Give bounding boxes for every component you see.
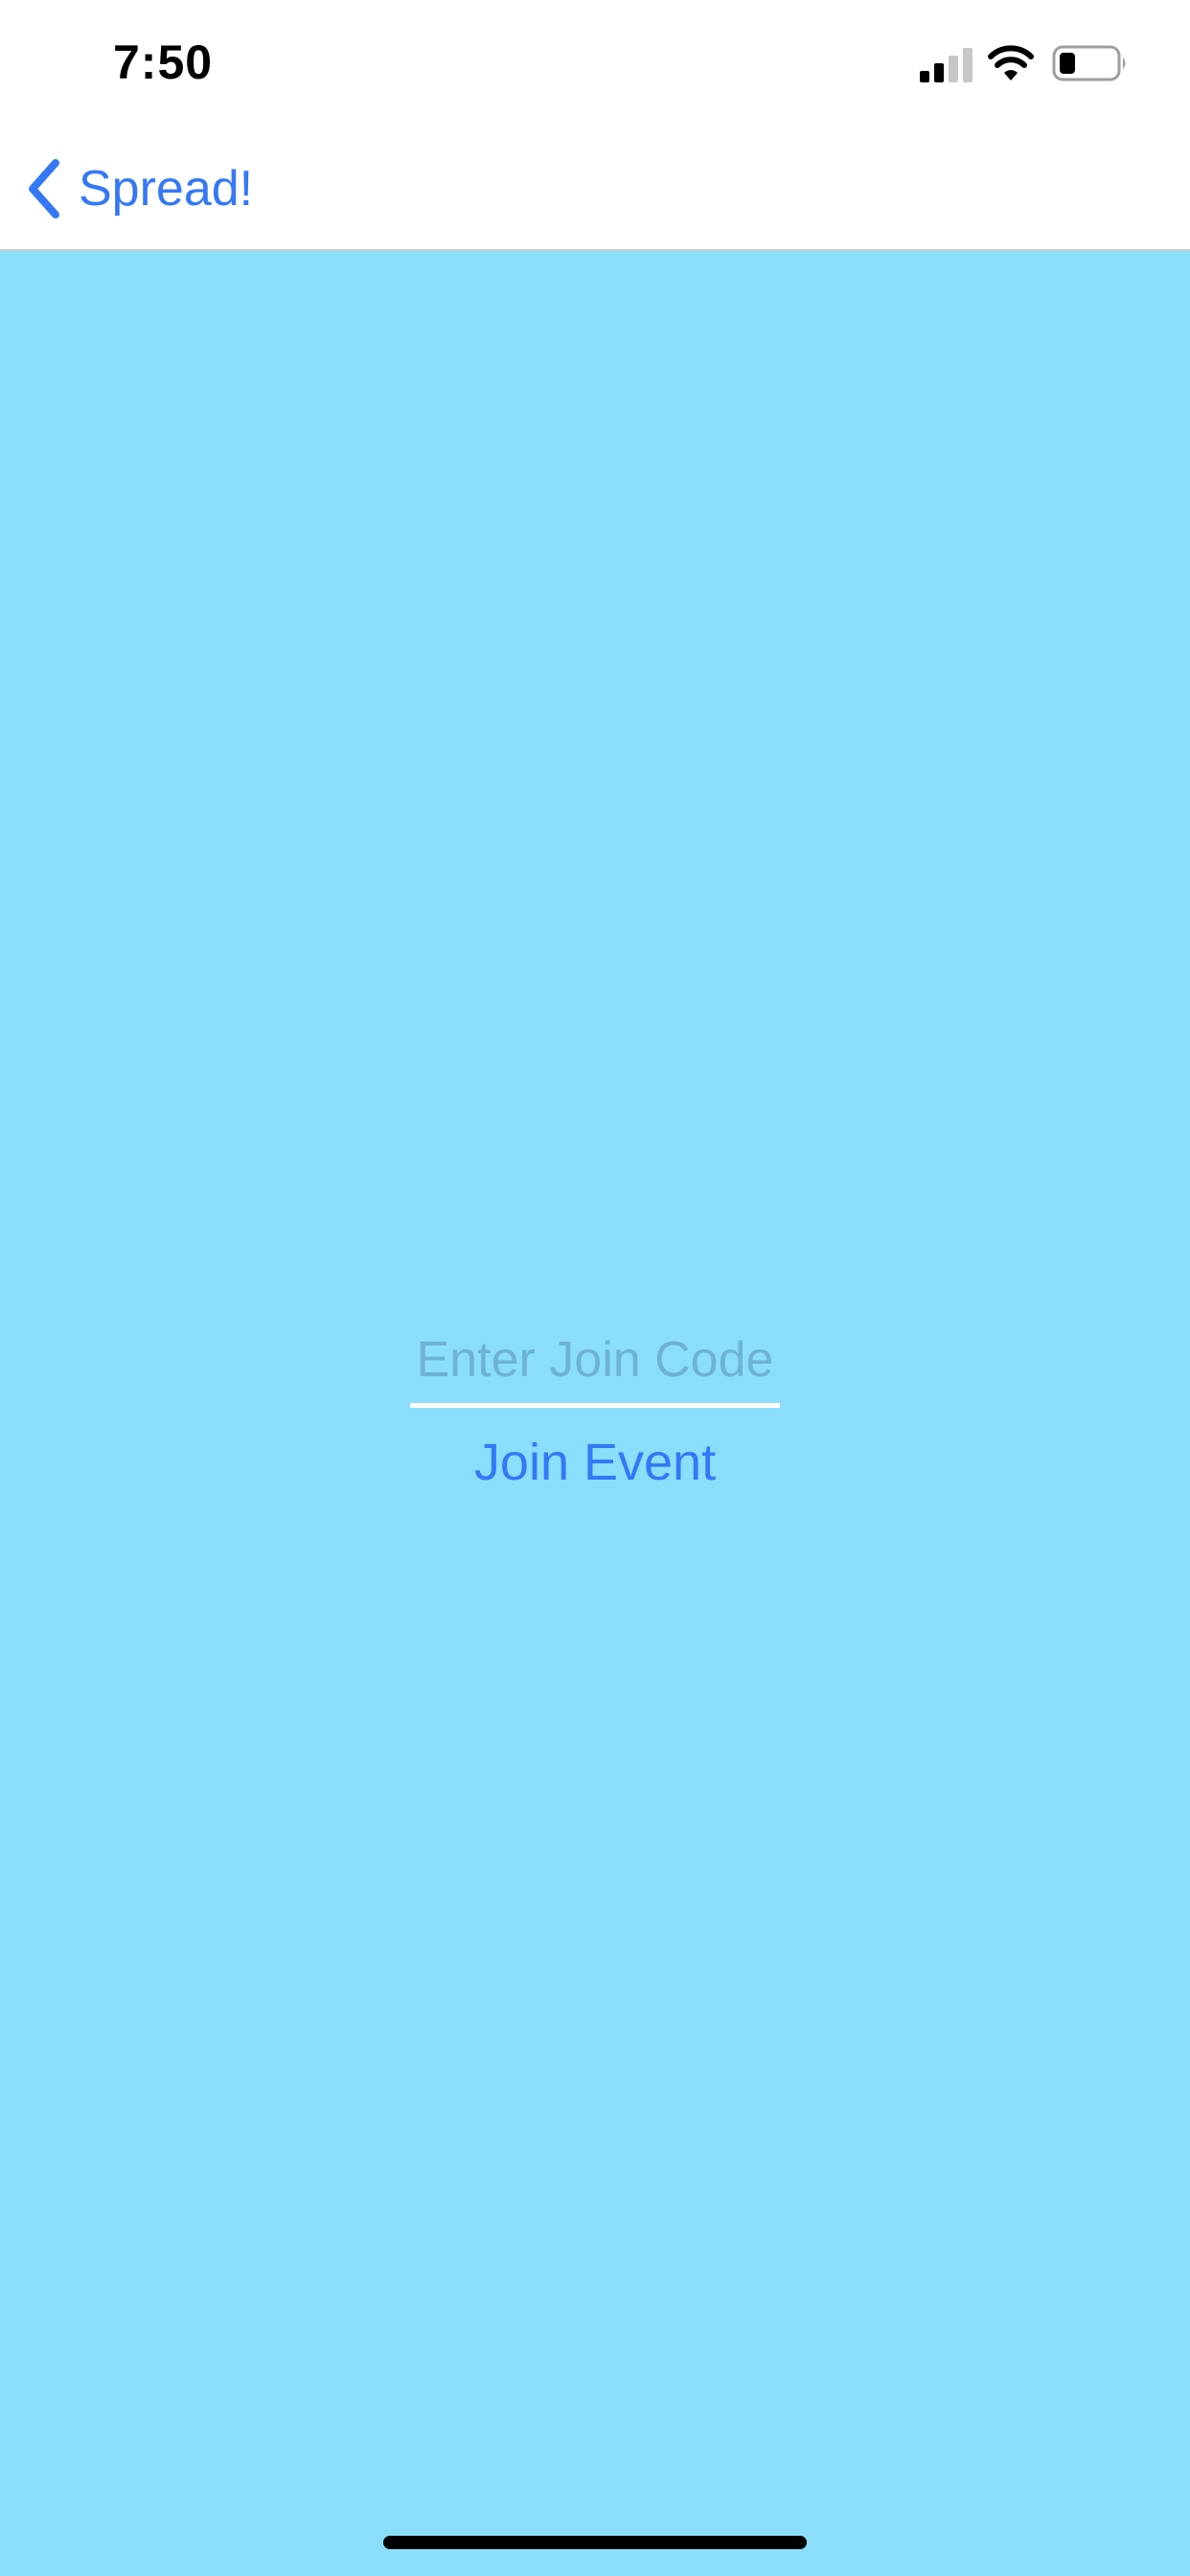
screen: 7:50 Spread! Join Event	[0, 0, 1190, 2576]
back-button-label: Spread!	[79, 161, 254, 217]
status-bar: 7:50	[0, 0, 1190, 126]
join-code-input[interactable]	[410, 1317, 780, 1408]
status-time: 7:50	[113, 35, 214, 89]
main-content: Join Event	[0, 251, 1190, 2576]
home-indicator	[383, 2536, 807, 2549]
join-event-button[interactable]: Join Event	[455, 1425, 735, 1500]
battery-icon	[1052, 45, 1126, 81]
back-button[interactable]: Spread!	[23, 155, 253, 222]
signal-icon	[920, 48, 973, 82]
chevron-left-icon	[29, 159, 59, 218]
navigation-bar: Spread!	[0, 126, 1190, 251]
wifi-icon	[988, 45, 1034, 80]
join-form: Join Event	[0, 1317, 1190, 1500]
